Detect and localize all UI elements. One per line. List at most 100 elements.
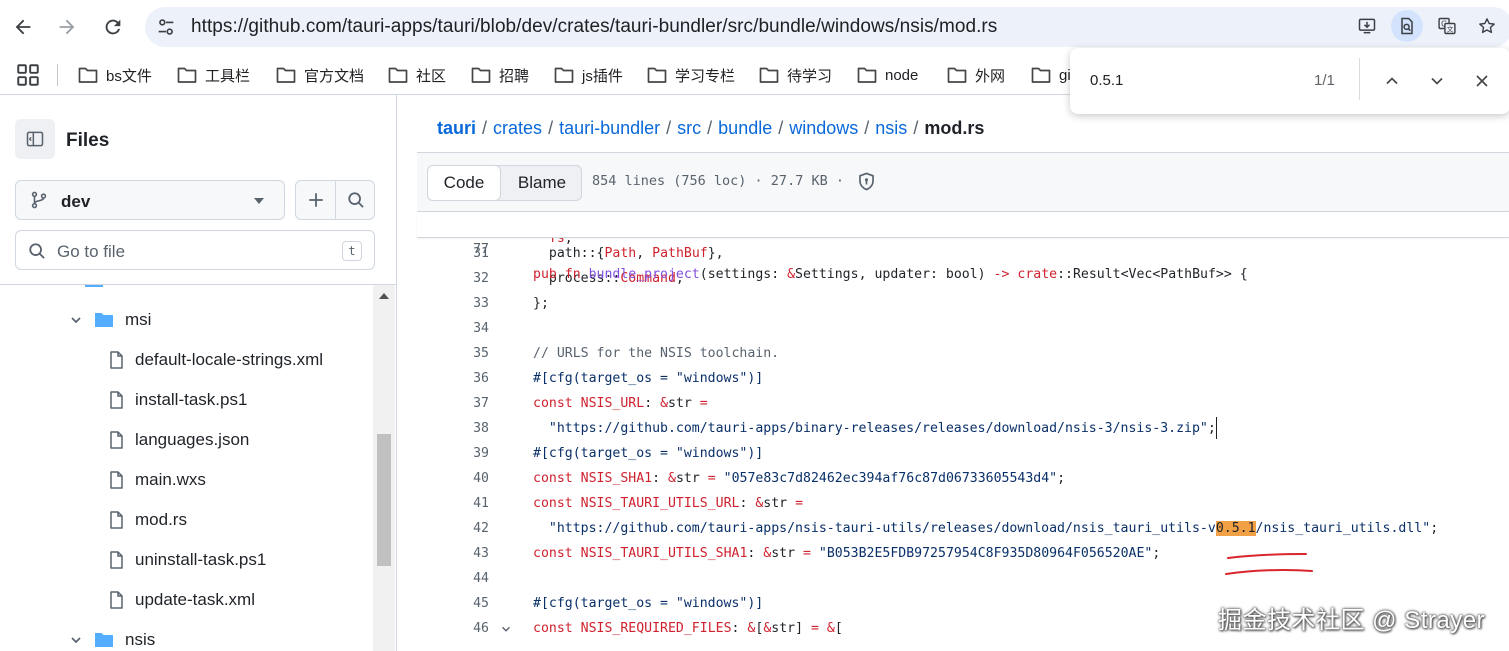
fold-chevron-icon[interactable] xyxy=(499,622,513,636)
search-code-button[interactable] xyxy=(336,181,376,219)
folder-open-icon xyxy=(85,285,103,287)
tree-file[interactable]: mod.rs xyxy=(0,500,373,540)
line-number[interactable]: 35 xyxy=(417,341,489,366)
bookmark-folder[interactable]: 学习专栏 xyxy=(647,63,735,87)
line-number[interactable]: 36 xyxy=(417,366,489,391)
blame-tab[interactable]: Blame xyxy=(501,166,583,200)
line-number[interactable]: 44 xyxy=(417,566,489,591)
sticky-scroll-header[interactable]: 77 pub fn bundle_project(settings: &Sett… xyxy=(417,212,1509,282)
tree-file[interactable]: install-task.ps1 xyxy=(0,380,373,420)
find-close-button[interactable] xyxy=(1468,67,1496,95)
file-icon xyxy=(110,511,123,529)
back-button[interactable] xyxy=(6,10,40,44)
collapse-sidebar-button[interactable] xyxy=(15,119,55,159)
search-icon xyxy=(348,192,364,208)
translate-icon[interactable]: G文 xyxy=(1431,10,1463,42)
breadcrumb-link[interactable]: nsis xyxy=(875,118,907,138)
bookmark-folder[interactable]: 外网 xyxy=(947,63,1005,87)
chevron-down-icon xyxy=(71,317,81,324)
url-text[interactable]: https://github.com/tauri-apps/tauri/blob… xyxy=(191,16,997,38)
breadcrumb: tauri / crates / tauri-bundler / src / bundle / wi… xyxy=(437,118,985,138)
bookmark-folder[interactable]: js插件 xyxy=(554,63,623,87)
code-line: 44 xyxy=(417,566,1509,591)
tree-file[interactable]: uninstall-task.ps1 xyxy=(0,540,373,580)
view-mode-toggle: Code Blame xyxy=(427,165,582,201)
code-viewer[interactable]: fs, 31 path::{Path, PathBuf}, 32 process… xyxy=(417,238,1509,651)
line-number[interactable]: 39 xyxy=(417,441,489,466)
line-number[interactable]: 46 xyxy=(417,616,489,641)
code-line: 34 xyxy=(417,316,1509,341)
line-number[interactable]: 43 xyxy=(417,541,489,566)
tree-folder-windows[interactable]: windows xyxy=(0,285,373,300)
tree-folder-nsis[interactable]: nsis xyxy=(0,620,373,651)
file-content: tauri / crates / tauri-bundler / src / bundle / wi… xyxy=(417,95,1509,651)
folder-icon xyxy=(177,67,197,83)
scrollbar-thumb[interactable] xyxy=(377,434,391,566)
tree-file[interactable]: main.wxs xyxy=(0,460,373,500)
chevron-down-icon xyxy=(58,285,74,288)
code-line: 40 const NSIS_SHA1: &str = "057e83c7d8246… xyxy=(417,466,1509,491)
breadcrumb-link[interactable]: src xyxy=(677,118,701,138)
line-number[interactable]: 34 xyxy=(417,316,489,341)
find-previous-button[interactable] xyxy=(1378,67,1406,95)
breadcrumb-link[interactable]: crates xyxy=(493,118,542,138)
folder-icon xyxy=(554,67,574,83)
apps-grid-icon[interactable] xyxy=(15,62,41,88)
breadcrumb-link[interactable]: windows xyxy=(789,118,858,138)
line-number[interactable]: 42 xyxy=(417,516,489,541)
branch-selector[interactable]: dev xyxy=(15,180,285,220)
forward-button[interactable] xyxy=(50,10,84,44)
find-next-button[interactable] xyxy=(1423,67,1451,95)
bookmark-folder[interactable]: 官方文档 xyxy=(276,63,364,87)
code-line: 33}; xyxy=(417,291,1509,316)
bookmark-folder[interactable]: 社区 xyxy=(388,63,446,87)
folder-icon xyxy=(276,67,296,83)
breadcrumb-current-file: mod.rs xyxy=(924,118,985,138)
line-number[interactable]: 41 xyxy=(417,491,489,516)
sidebar-scrollbar[interactable] xyxy=(373,285,395,651)
search-icon xyxy=(29,243,45,259)
plus-icon xyxy=(309,193,323,207)
bookmark-folder[interactable]: bs文件 xyxy=(78,63,152,87)
reload-icon xyxy=(105,19,121,35)
reload-button[interactable] xyxy=(96,10,130,44)
bookmark-folder[interactable]: 待学习 xyxy=(759,63,832,87)
address-bar[interactable]: https://github.com/tauri-apps/tauri/blob… xyxy=(145,7,1509,47)
branch-name: dev xyxy=(61,192,91,211)
bookmark-folder[interactable]: node xyxy=(857,63,918,87)
shield-icon[interactable] xyxy=(857,172,876,191)
bookmark-star-icon[interactable] xyxy=(1471,10,1503,42)
breadcrumb-link[interactable]: bundle xyxy=(718,118,772,138)
scroll-up-arrow-icon[interactable] xyxy=(379,293,389,299)
add-file-button[interactable] xyxy=(296,181,336,219)
install-app-icon[interactable] xyxy=(1351,10,1383,42)
folder-open-icon xyxy=(95,313,113,327)
code-tab[interactable]: Code xyxy=(427,165,501,201)
tree-folder-msi[interactable]: msi xyxy=(0,300,373,340)
line-number[interactable]: 45 xyxy=(417,591,489,616)
line-number[interactable]: 37 xyxy=(417,391,489,416)
folder-icon xyxy=(1031,67,1051,83)
line-number[interactable]: 38 xyxy=(417,416,489,441)
code-line: 38 "https://github.com/tauri-apps/binary… xyxy=(417,416,1509,441)
bookmark-folder[interactable]: 招聘 xyxy=(471,63,529,87)
code-line: 37 const NSIS_URL: &str = xyxy=(417,391,1509,416)
find-input[interactable]: 0.5.1 xyxy=(1090,72,1123,89)
browser-toolbar: https://github.com/tauri-apps/tauri/blob… xyxy=(0,0,1509,55)
bookmark-folder[interactable]: 工具栏 xyxy=(177,63,250,87)
line-number[interactable]: 77 xyxy=(417,237,489,262)
breadcrumb-link[interactable]: tauri xyxy=(437,118,476,138)
bookmark-folder[interactable]: gi xyxy=(1031,63,1071,87)
site-settings-icon[interactable] xyxy=(155,16,177,38)
tree-file[interactable]: languages.json xyxy=(0,420,373,460)
go-to-file-input[interactable]: Go to file t xyxy=(15,230,375,270)
tree-file[interactable]: default-locale-strings.xml xyxy=(0,340,373,380)
breadcrumb-link[interactable]: tauri-bundler xyxy=(559,118,660,138)
file-stats: 854 lines (756 loc) · 27.7 KB · xyxy=(592,173,844,189)
line-number[interactable]: 40 xyxy=(417,466,489,491)
tree-file[interactable]: update-task.xml xyxy=(0,580,373,620)
folder-icon xyxy=(78,67,98,83)
svg-text:文: 文 xyxy=(1447,24,1454,33)
folder-icon xyxy=(759,67,779,83)
find-in-page-icon[interactable] xyxy=(1391,10,1423,42)
